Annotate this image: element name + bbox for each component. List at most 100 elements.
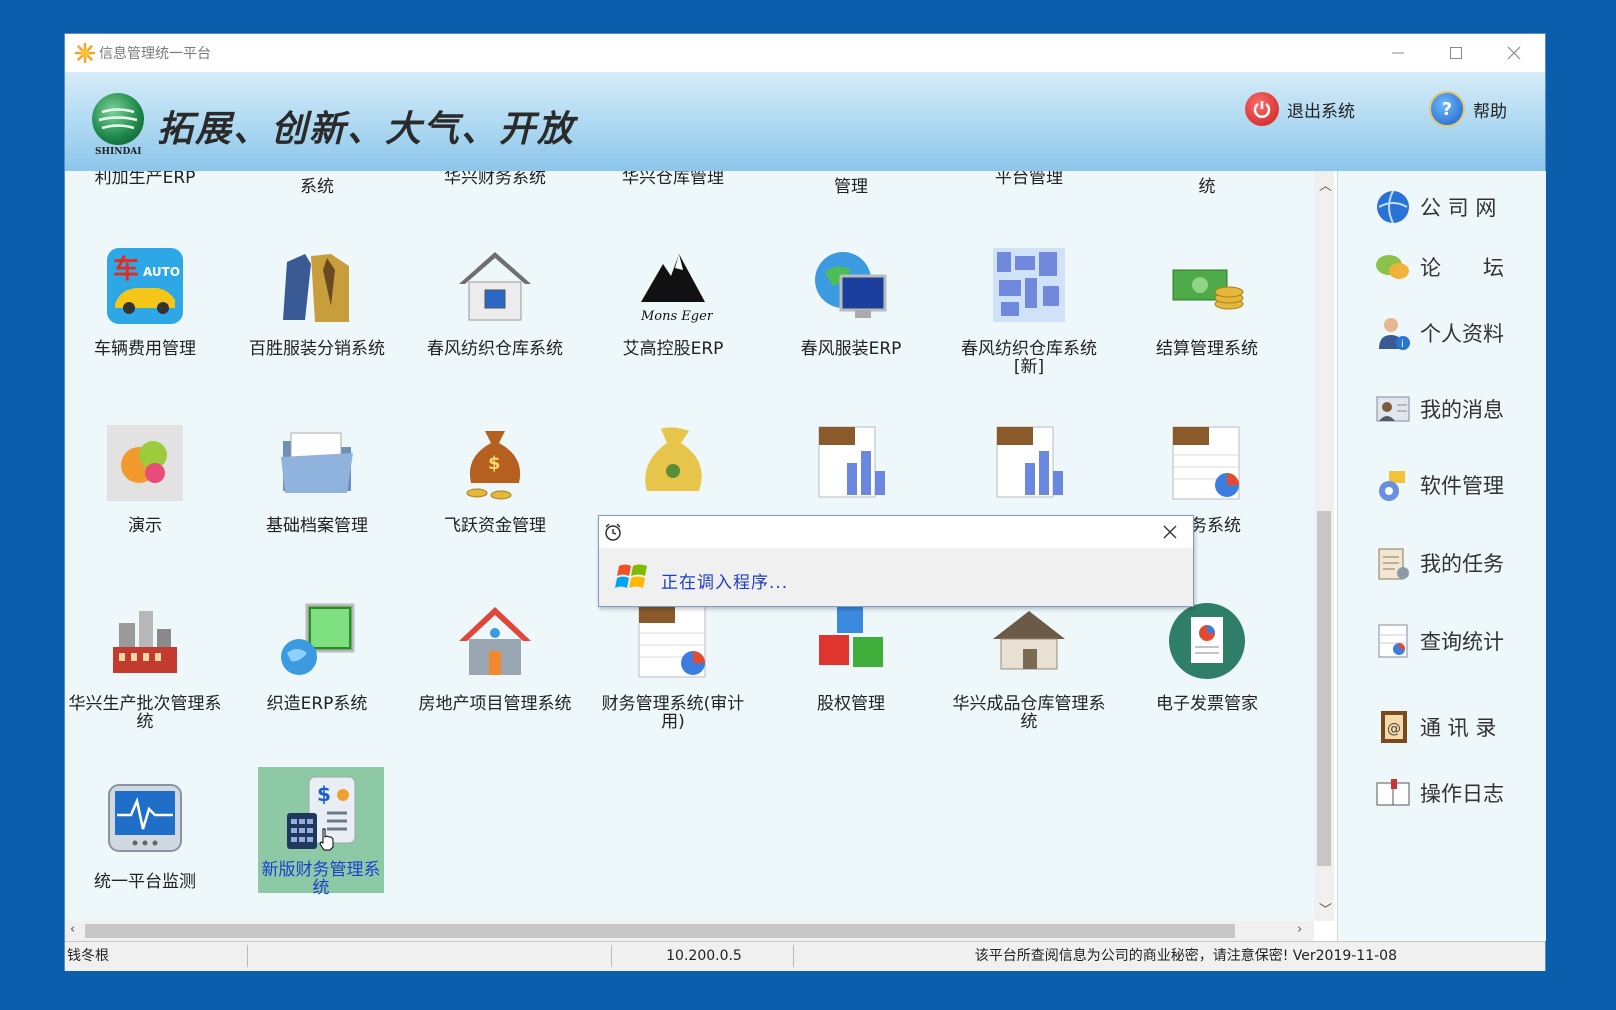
vertical-scrollbar[interactable]: ︿ ﹀ <box>1314 171 1334 921</box>
app-label: 华兴成品仓库管理系统 <box>952 694 1106 732</box>
app-label: 织造ERP系统 <box>266 694 368 714</box>
app-chunfeng-warehouse-new[interactable]: 春风纺织仓库系统[新] <box>949 246 1109 376</box>
log-book-icon <box>1374 774 1412 812</box>
report-chart-icon <box>818 426 885 498</box>
app-feiyue-funds[interactable]: $ 飞跃资金管理 <box>415 423 575 535</box>
app-label: 新版财务管理系统 <box>261 860 381 898</box>
message-icon <box>1374 390 1412 428</box>
app-label-cut: 统 <box>1198 177 1216 197</box>
app-label: 春风纺织仓库系统[新] <box>961 339 1097 377</box>
app-report-b[interactable] <box>949 423 1109 517</box>
chat-icon <box>1374 248 1412 286</box>
sidebar-item-company-web[interactable]: 公 司 网 <box>1374 185 1496 229</box>
app-basic-archive[interactable]: 基础档案管理 <box>237 423 397 535</box>
heartbeat-monitor-icon <box>108 784 182 852</box>
sidebar-item-operation-log[interactable]: 操作日志 <box>1374 771 1504 815</box>
scroll-right-icon[interactable]: › <box>1297 922 1302 937</box>
minimize-button[interactable] <box>1375 38 1421 68</box>
sidebar-item-contacts[interactable]: @ 通 讯 录 <box>1374 705 1496 749</box>
dialog-close-icon[interactable] <box>1163 525 1177 539</box>
sidebar-item-query-stats[interactable]: 查询统计 <box>1374 619 1504 663</box>
status-user: 钱冬根 <box>67 945 248 967</box>
help-button[interactable]: ? 帮助 <box>1429 90 1507 128</box>
app-new-finance-selected[interactable]: $ 新版财务管理系统 <box>258 767 384 897</box>
app-huaxing-finished-warehouse[interactable]: 华兴成品仓库管理系统 <box>949 601 1109 731</box>
vertical-scroll-thumb[interactable] <box>1317 511 1331 866</box>
app-vehicle-expense[interactable]: 车 AUTO 车辆费用管理 <box>65 246 225 358</box>
slogan: 拓展、创新、大气、开放 <box>157 108 576 150</box>
help-label: 帮助 <box>1473 101 1507 122</box>
spreadsheet-pie-icon <box>638 604 706 678</box>
mountain-logo-icon: Mons Egere <box>640 254 721 324</box>
app-e-invoice[interactable]: 电子发票管家 <box>1127 601 1287 713</box>
logo-lines-icon <box>98 108 138 130</box>
app-platform-monitor[interactable]: 统一平台监测 <box>65 779 225 891</box>
windows-flag-icon <box>615 564 647 588</box>
sidebar-item-messages[interactable]: 我的消息 <box>1374 387 1504 431</box>
hand-cursor-icon <box>319 828 334 851</box>
svg-text:$: $ <box>488 453 501 474</box>
app-huaxing-batch[interactable]: 华兴生产批次管理系统 <box>65 601 225 731</box>
svg-text:i: i <box>1401 339 1404 350</box>
app-demo[interactable]: 演示 <box>65 423 225 535</box>
clothing-icon <box>283 254 349 322</box>
header-banner: SHINDAI 拓展、创新、大气、开放 退出系统 ? 帮助 <box>65 72 1545 171</box>
sidebar-item-profile[interactable]: i 个人资料 <box>1374 311 1504 355</box>
scroll-down-icon[interactable]: ﹀ <box>1319 899 1332 918</box>
alarm-clock-icon <box>605 523 621 541</box>
sidebar-item-label: 查询统计 <box>1420 630 1504 654</box>
sidebar-item-forum[interactable]: 论 坛 <box>1374 245 1504 289</box>
address-book-icon: @ <box>1374 708 1412 746</box>
sidebar-item-tasks[interactable]: 我的任务 <box>1374 541 1504 585</box>
app-weaving-erp[interactable]: 织造ERP系统 <box>237 601 397 713</box>
status-notice: 该平台所查阅信息为公司的商业秘密，请注意保密! Ver2019-11-08 <box>974 948 1397 964</box>
sidebar-item-label: 我的任务 <box>1420 552 1504 576</box>
scroll-left-icon[interactable]: ‹ <box>70 922 75 937</box>
report-icon <box>1374 622 1412 660</box>
sidebar-item-label: 软件管理 <box>1420 474 1504 498</box>
sidebar-item-label: 操作日志 <box>1420 782 1504 806</box>
horizontal-scroll-thumb[interactable] <box>85 924 1235 938</box>
app-label: 财务管理系统(审计用) <box>601 694 745 732</box>
app-label: 春风纺织仓库系统 <box>427 339 563 359</box>
loading-dialog: 正在调入程序... <box>598 515 1194 607</box>
sidebar-item-software[interactable]: 软件管理 <box>1374 463 1504 507</box>
app-aigao-erp[interactable]: Mons Egere 艾高控股ERP <box>593 246 753 358</box>
app-settlement[interactable]: 结算管理系统 <box>1127 246 1287 358</box>
task-icon <box>1374 544 1412 582</box>
software-icon <box>1374 466 1412 504</box>
chat-bubbles-icon <box>107 425 183 501</box>
minimize-icon <box>1392 52 1404 54</box>
app-equity[interactable]: 股权管理 <box>771 601 931 713</box>
sidebar-item-label: 公 司 网 <box>1420 196 1497 220</box>
app-label: 华兴生产批次管理系统 <box>68 694 222 732</box>
app-real-estate[interactable]: 房地产项目管理系统 <box>415 601 575 713</box>
help-icon: ? <box>1429 91 1465 127</box>
status-bar: 钱冬根 10.200.0.5 该平台所查阅信息为公司的商业秘密，请注意保密! V… <box>65 941 1545 971</box>
app-window: 信息管理统一平台 SHINDAI 拓展、创新、大气、开放 退出系统 ? 帮助 利… <box>65 34 1546 971</box>
exit-label: 退出系统 <box>1287 101 1355 122</box>
app-label: 飞跃资金管理 <box>444 516 546 536</box>
user-info-icon: i <box>1374 314 1412 352</box>
app-finance-audit[interactable]: 财务管理系统(审计用) <box>593 601 753 731</box>
app-money-bag[interactable] <box>593 423 753 517</box>
app-chunfeng-warehouse[interactable]: 春风纺织仓库系统 <box>415 246 575 358</box>
status-empty <box>251 945 612 967</box>
exit-system-button[interactable]: 退出系统 <box>1245 90 1355 128</box>
sidebar-item-label: 个人资料 <box>1420 322 1504 346</box>
window-title: 信息管理统一平台 <box>99 46 211 62</box>
loading-message: 正在调入程序... <box>661 573 789 593</box>
svg-text:Mons Egere: Mons Egere <box>640 309 713 324</box>
scroll-up-icon[interactable]: ︿ <box>1319 175 1332 194</box>
map-icon <box>993 248 1065 322</box>
maximize-button[interactable] <box>1433 38 1479 68</box>
app-label: 股权管理 <box>817 694 885 714</box>
horizontal-scrollbar[interactable]: ‹ › <box>65 921 1314 941</box>
globe-icon <box>1374 188 1412 226</box>
app-label: 统一平台监测 <box>94 872 196 892</box>
close-button[interactable] <box>1491 38 1537 68</box>
app-clothing-distribution[interactable]: 百胜服装分销系统 <box>237 246 397 358</box>
sun-logo-icon <box>75 43 95 63</box>
app-report-a[interactable] <box>771 423 931 517</box>
app-chunfeng-clothing-erp[interactable]: 春风服装ERP <box>771 246 931 358</box>
